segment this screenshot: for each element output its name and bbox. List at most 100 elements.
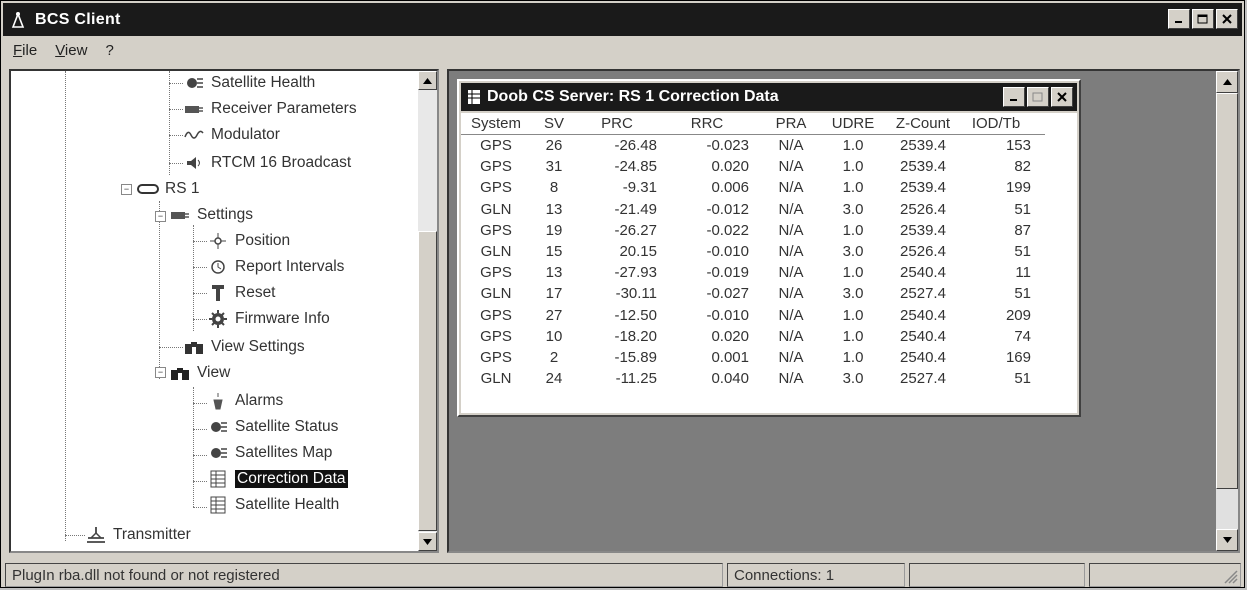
table-row[interactable]: GPS 27 -12.50 -0.010 N/A 1.0 2540.4 209 (461, 305, 1045, 326)
table-icon (467, 89, 481, 105)
column-header-z-count[interactable]: Z-Count (885, 113, 961, 135)
table-row[interactable]: GLN 15 20.15 -0.010 N/A 3.0 2526.4 51 (461, 241, 1045, 262)
alarm-icon (207, 392, 229, 410)
mdi-scroll-down-button[interactable] (1216, 529, 1238, 551)
position-icon (207, 232, 229, 250)
column-header-pra[interactable]: PRA (761, 113, 821, 135)
cell-pra: N/A (778, 243, 804, 261)
cell-pra: N/A (778, 348, 804, 366)
tree-scroll-down-button[interactable] (418, 532, 437, 551)
table-row[interactable]: GPS 13 -27.93 -0.019 N/A 1.0 2540.4 11 (461, 262, 1045, 283)
table-row[interactable]: GPS 10 -18.20 0.020 N/A 1.0 2540.4 74 (461, 326, 1045, 347)
tree-item-satellite-health-2[interactable]: Satellite Health (207, 493, 339, 517)
cell-system: GPS (480, 221, 512, 239)
main-window: BCS Client File View ? − − − Satellite H… (0, 0, 1245, 588)
expander-view[interactable]: − (155, 367, 166, 378)
cell-rrc: -0.010 (706, 243, 749, 261)
clock-icon (207, 258, 229, 276)
maximize-button[interactable] (1192, 9, 1214, 29)
tree-item-correction-data[interactable]: Correction Data (207, 467, 348, 491)
child-close-button[interactable] (1051, 87, 1073, 107)
cell-prc: -27.93 (614, 264, 657, 282)
cell-rrc: -0.019 (706, 264, 749, 282)
cell-system: GLN (480, 285, 512, 303)
tree-item-satellites-map[interactable]: Satellites Map (207, 441, 332, 465)
tree-item-view-settings[interactable]: View Settings (183, 335, 305, 359)
tree-item-alarms[interactable]: Alarms (207, 389, 283, 413)
table-row[interactable]: GPS 31 -24.85 0.020 N/A 1.0 2539.4 82 (461, 156, 1045, 177)
cell-sv: 27 (545, 306, 563, 324)
table-row[interactable]: GLN 17 -30.11 -0.027 N/A 3.0 2527.4 51 (461, 283, 1045, 304)
cell-sv: 31 (545, 158, 563, 176)
table-row[interactable]: GLN 24 -11.25 0.040 N/A 3.0 2527.4 51 (461, 368, 1045, 389)
cell-prc: -18.20 (614, 327, 657, 345)
cell-udre: 3.0 (842, 243, 864, 261)
menu-view[interactable]: View (55, 42, 87, 59)
tree-item-position[interactable]: Position (207, 229, 290, 253)
cell-sv: 17 (545, 285, 563, 303)
tree-item-view[interactable]: View (169, 361, 230, 385)
table-row[interactable]: GLN 13 -21.49 -0.012 N/A 3.0 2526.4 51 (461, 199, 1045, 220)
table-row[interactable]: GPS 26 -26.48 -0.023 N/A 1.0 2539.4 153 (461, 135, 1045, 157)
tree-item-modulator[interactable]: Modulator (183, 123, 280, 147)
table-row[interactable]: GPS 8 -9.31 0.006 N/A 1.0 2539.4 199 (461, 177, 1045, 198)
tree-item-satellite-status[interactable]: Satellite Status (207, 415, 338, 439)
table-row[interactable]: GPS 19 -26.27 -0.022 N/A 1.0 2539.4 87 (461, 220, 1045, 241)
mdi-scrollbar[interactable] (1216, 71, 1238, 551)
expander-settings[interactable]: − (155, 211, 166, 222)
child-window-title: Doob CS Server: RS 1 Correction Data (487, 88, 779, 105)
menu-file[interactable]: File (13, 42, 37, 59)
status-message: PlugIn rba.dll not found or not register… (5, 563, 723, 587)
cell-pra: N/A (778, 137, 804, 155)
column-header-prc[interactable]: PRC (577, 113, 665, 135)
column-header-udre[interactable]: UDRE (821, 113, 885, 135)
mdi-scroll-thumb[interactable] (1216, 93, 1238, 489)
title-bar[interactable]: BCS Client (3, 3, 1242, 36)
menu-help[interactable]: ? (105, 42, 113, 59)
column-header-rrc[interactable]: RRC (665, 113, 761, 135)
expander-rs1[interactable]: − (121, 184, 132, 195)
speaker-icon (183, 154, 205, 172)
column-header-system[interactable]: System (461, 113, 531, 135)
cell-sv: 26 (545, 137, 563, 155)
tree-item-satellite-health[interactable]: Satellite Health (183, 71, 315, 95)
tree-item-reset[interactable]: Reset (207, 281, 276, 305)
tree-item-rtcm16-broadcast[interactable]: RTCM 16 Broadcast (183, 151, 351, 175)
table-row[interactable]: GPS 2 -15.89 0.001 N/A 1.0 2540.4 169 (461, 347, 1045, 368)
cell-iod-tb: 87 (1014, 221, 1031, 239)
cell-iod-tb: 51 (1014, 243, 1031, 261)
cell-udre: 3.0 (842, 200, 864, 218)
mdi-scroll-up-button[interactable] (1216, 71, 1238, 93)
tree-scroll-up-button[interactable] (418, 71, 437, 90)
tree-item-report-intervals[interactable]: Report Intervals (207, 255, 344, 279)
tree-item-settings[interactable]: Settings (169, 203, 253, 227)
child-maximize-button[interactable] (1027, 87, 1049, 107)
cell-udre: 1.0 (842, 348, 864, 366)
child-minimize-button[interactable] (1003, 87, 1025, 107)
cell-prc: -9.31 (622, 179, 657, 197)
tree-scrollbar[interactable] (418, 71, 437, 551)
cell-pra: N/A (778, 158, 804, 176)
cell-system: GPS (480, 348, 512, 366)
cell-sv: 15 (545, 243, 563, 261)
close-button[interactable] (1216, 9, 1238, 29)
cell-pra: N/A (778, 327, 804, 345)
cell-z-count: 2539.4 (900, 221, 946, 239)
table-header-row: System SV PRC RRC PRA UDRE Z-Count IOD/T… (461, 113, 1045, 135)
column-header-iod-tb[interactable]: IOD/Tb (961, 113, 1045, 135)
tree-scroll-thumb[interactable] (418, 231, 437, 531)
window-title: BCS Client (35, 10, 121, 28)
cell-prc: -26.48 (614, 137, 657, 155)
cell-system: GPS (480, 137, 512, 155)
binoculars-icon (183, 338, 205, 356)
cell-rrc: 0.020 (711, 327, 749, 345)
tree-item-rs1[interactable]: RS 1 (137, 177, 199, 201)
cell-rrc: -0.022 (706, 221, 749, 239)
tree-item-firmware-info[interactable]: Firmware Info (207, 307, 330, 331)
tree-item-receiver-parameters[interactable]: Receiver Parameters (183, 97, 357, 121)
column-header-sv[interactable]: SV (531, 113, 577, 135)
child-title-bar[interactable]: Doob CS Server: RS 1 Correction Data (461, 83, 1077, 111)
cell-sv: 19 (545, 221, 563, 239)
tree-item-transmitter[interactable]: Transmitter (85, 523, 191, 547)
minimize-button[interactable] (1168, 9, 1190, 29)
